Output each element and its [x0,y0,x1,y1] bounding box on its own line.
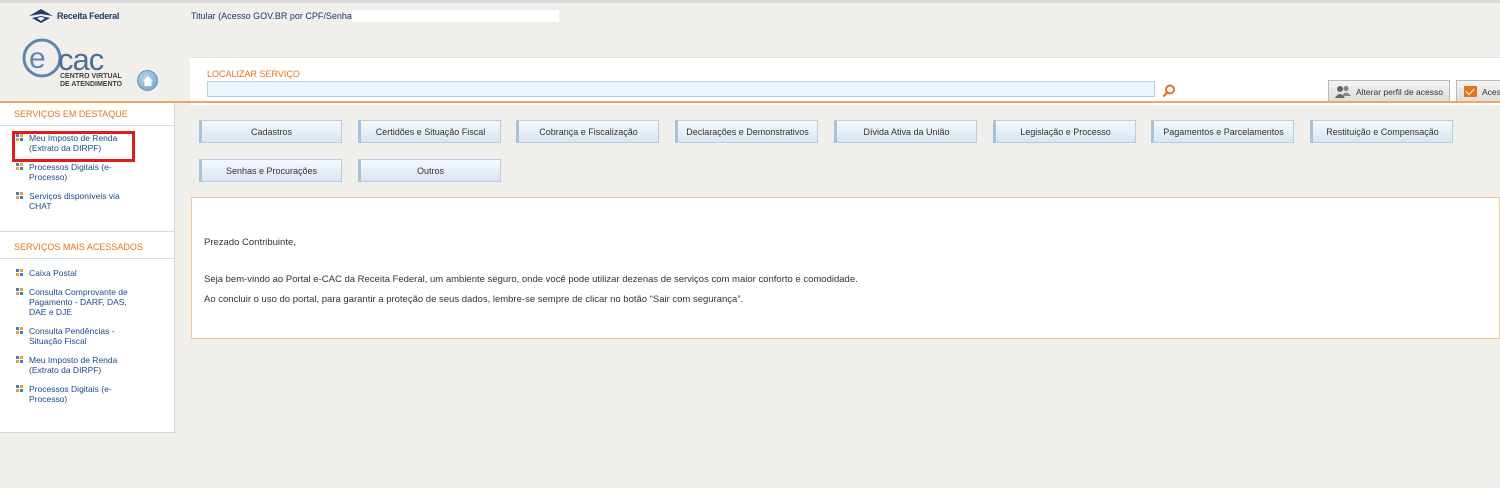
sidebar-item-processos-digitais-2[interactable]: Processos Digitais (e-Processo) [16,384,174,404]
service-bullet-icon [16,356,23,363]
category-legislacao[interactable]: Legislação e Processo [993,120,1136,143]
users-icon [1335,85,1351,98]
home-button[interactable] [137,70,158,91]
ecac-subtitle-line1: CENTRO VIRTUAL [60,73,122,80]
change-profile-label: Alterar perfil de acesso [1356,86,1443,97]
ecac-subtitle-line2: DE ATENDIMENTO [60,81,123,88]
service-bullet-icon [16,192,23,199]
most-accessed-title: SERVIÇOS MAIS ACESSADOS [14,242,143,252]
service-bullet-icon [16,269,23,276]
sidebar-item-label: Caixa Postal [29,268,77,278]
search-icon[interactable] [1162,84,1176,98]
sidebar-item-meu-imposto-de-renda[interactable]: Meu Imposto de Renda (Extrato da DIRPF) [16,133,174,153]
category-certidoes[interactable]: Certidões e Situação Fiscal [358,120,501,143]
service-bullet-icon [16,163,23,170]
header-divider [0,101,1500,103]
message-button-label: Acesso [1482,86,1500,97]
sidebar-item-consulta-comprovante[interactable]: Consulta Comprovante de Pagamento - DARF… [16,287,174,317]
home-icon [143,76,153,86]
receita-federal-text: Receita Federal [57,11,120,21]
category-divida-ativa[interactable]: Dívida Ativa da União [834,120,977,143]
titular-label: Titular (Acesso GOV.BR por CPF/Senha) [191,11,355,21]
sidebar-item-meu-imposto-de-renda-2[interactable]: Meu Imposto de Renda (Extrato da DIRPF) [16,355,174,375]
welcome-greeting: Prezado Contribuinte, [204,237,296,248]
header: Receita Federal e cac CENTRO VIRTUAL DE … [0,3,1500,105]
divider [0,231,174,232]
category-declaracoes[interactable]: Declarações e Demonstrativos [675,120,818,143]
service-bullet-icon [16,134,23,141]
service-bullet-icon [16,288,23,295]
most-accessed-list: Caixa Postal Consulta Comprovante de Pag… [0,259,174,404]
envelope-icon [1464,86,1477,97]
sidebar-item-label: Processos Digitais (e-Processo) [29,162,112,182]
welcome-panel: Prezado Contribuinte, Seja bem-vindo ao … [191,197,1500,339]
sidebar-item-label: Consulta Comprovante de Pagamento - DARF… [29,287,128,317]
sidebar: SERVIÇOS EM DESTAQUE Meu Imposto de Rend… [0,103,175,433]
search-area: LOCALIZAR SERVIÇO Alterar perfil de aces… [190,57,1500,105]
highlight-services-list: Meu Imposto de Renda (Extrato da DIRPF) … [0,126,174,211]
welcome-line1: Seja bem-vindo ao Portal e-CAC da Receit… [204,274,858,285]
sidebar-item-caixa-postal[interactable]: Caixa Postal [16,268,174,278]
welcome-line2: Ao concluir o uso do portal, para garant… [204,294,744,305]
category-outros[interactable]: Outros [358,159,501,182]
sidebar-item-label: Consulta Pendências - Situação Fiscal [29,326,115,346]
category-restituicao[interactable]: Restituição e Compensação [1310,120,1453,143]
sidebar-item-processos-digitais[interactable]: Processos Digitais (e-Processo) [16,162,174,182]
titular-name-field [352,10,559,22]
category-cadastros[interactable]: Cadastros [199,120,342,143]
service-bullet-icon [16,385,23,392]
sidebar-item-label: Meu Imposto de Renda (Extrato da DIRPF) [29,133,118,153]
service-bullet-icon [16,327,23,334]
category-pagamentos[interactable]: Pagamentos e Parcelamentos [1151,120,1294,143]
highlight-services-title: SERVIÇOS EM DESTAQUE [14,109,128,119]
sidebar-item-consulta-pendencias[interactable]: Consulta Pendências - Situação Fiscal [16,326,174,346]
search-input[interactable] [207,81,1155,97]
sidebar-item-label: Processos Digitais (e-Processo) [29,384,112,404]
receita-emblem-icon [29,9,53,23]
sidebar-item-label: Serviços disponíveis via CHAT [29,191,120,211]
ecac-subtitle: CENTRO VIRTUAL DE ATENDIMENTO [60,73,122,89]
search-label: LOCALIZAR SERVIÇO [207,69,300,79]
ecac-logo[interactable]: e cac CENTRO VIRTUAL DE ATENDIMENTO [21,34,131,94]
category-cobranca[interactable]: Cobrança e Fiscalização [516,120,659,143]
category-senhas[interactable]: Senhas e Procurações [199,159,342,182]
svg-text:e: e [29,42,46,75]
sidebar-item-label: Meu Imposto de Renda (Extrato da DIRPF) [29,355,118,375]
message-button[interactable]: Acesso [1456,80,1500,103]
sidebar-item-servicos-chat[interactable]: Serviços disponíveis via CHAT [16,191,174,211]
change-profile-button[interactable]: Alterar perfil de acesso [1328,80,1450,103]
receita-federal-logo[interactable]: Receita Federal [28,8,119,24]
ecac-e-icon: e [22,38,62,78]
